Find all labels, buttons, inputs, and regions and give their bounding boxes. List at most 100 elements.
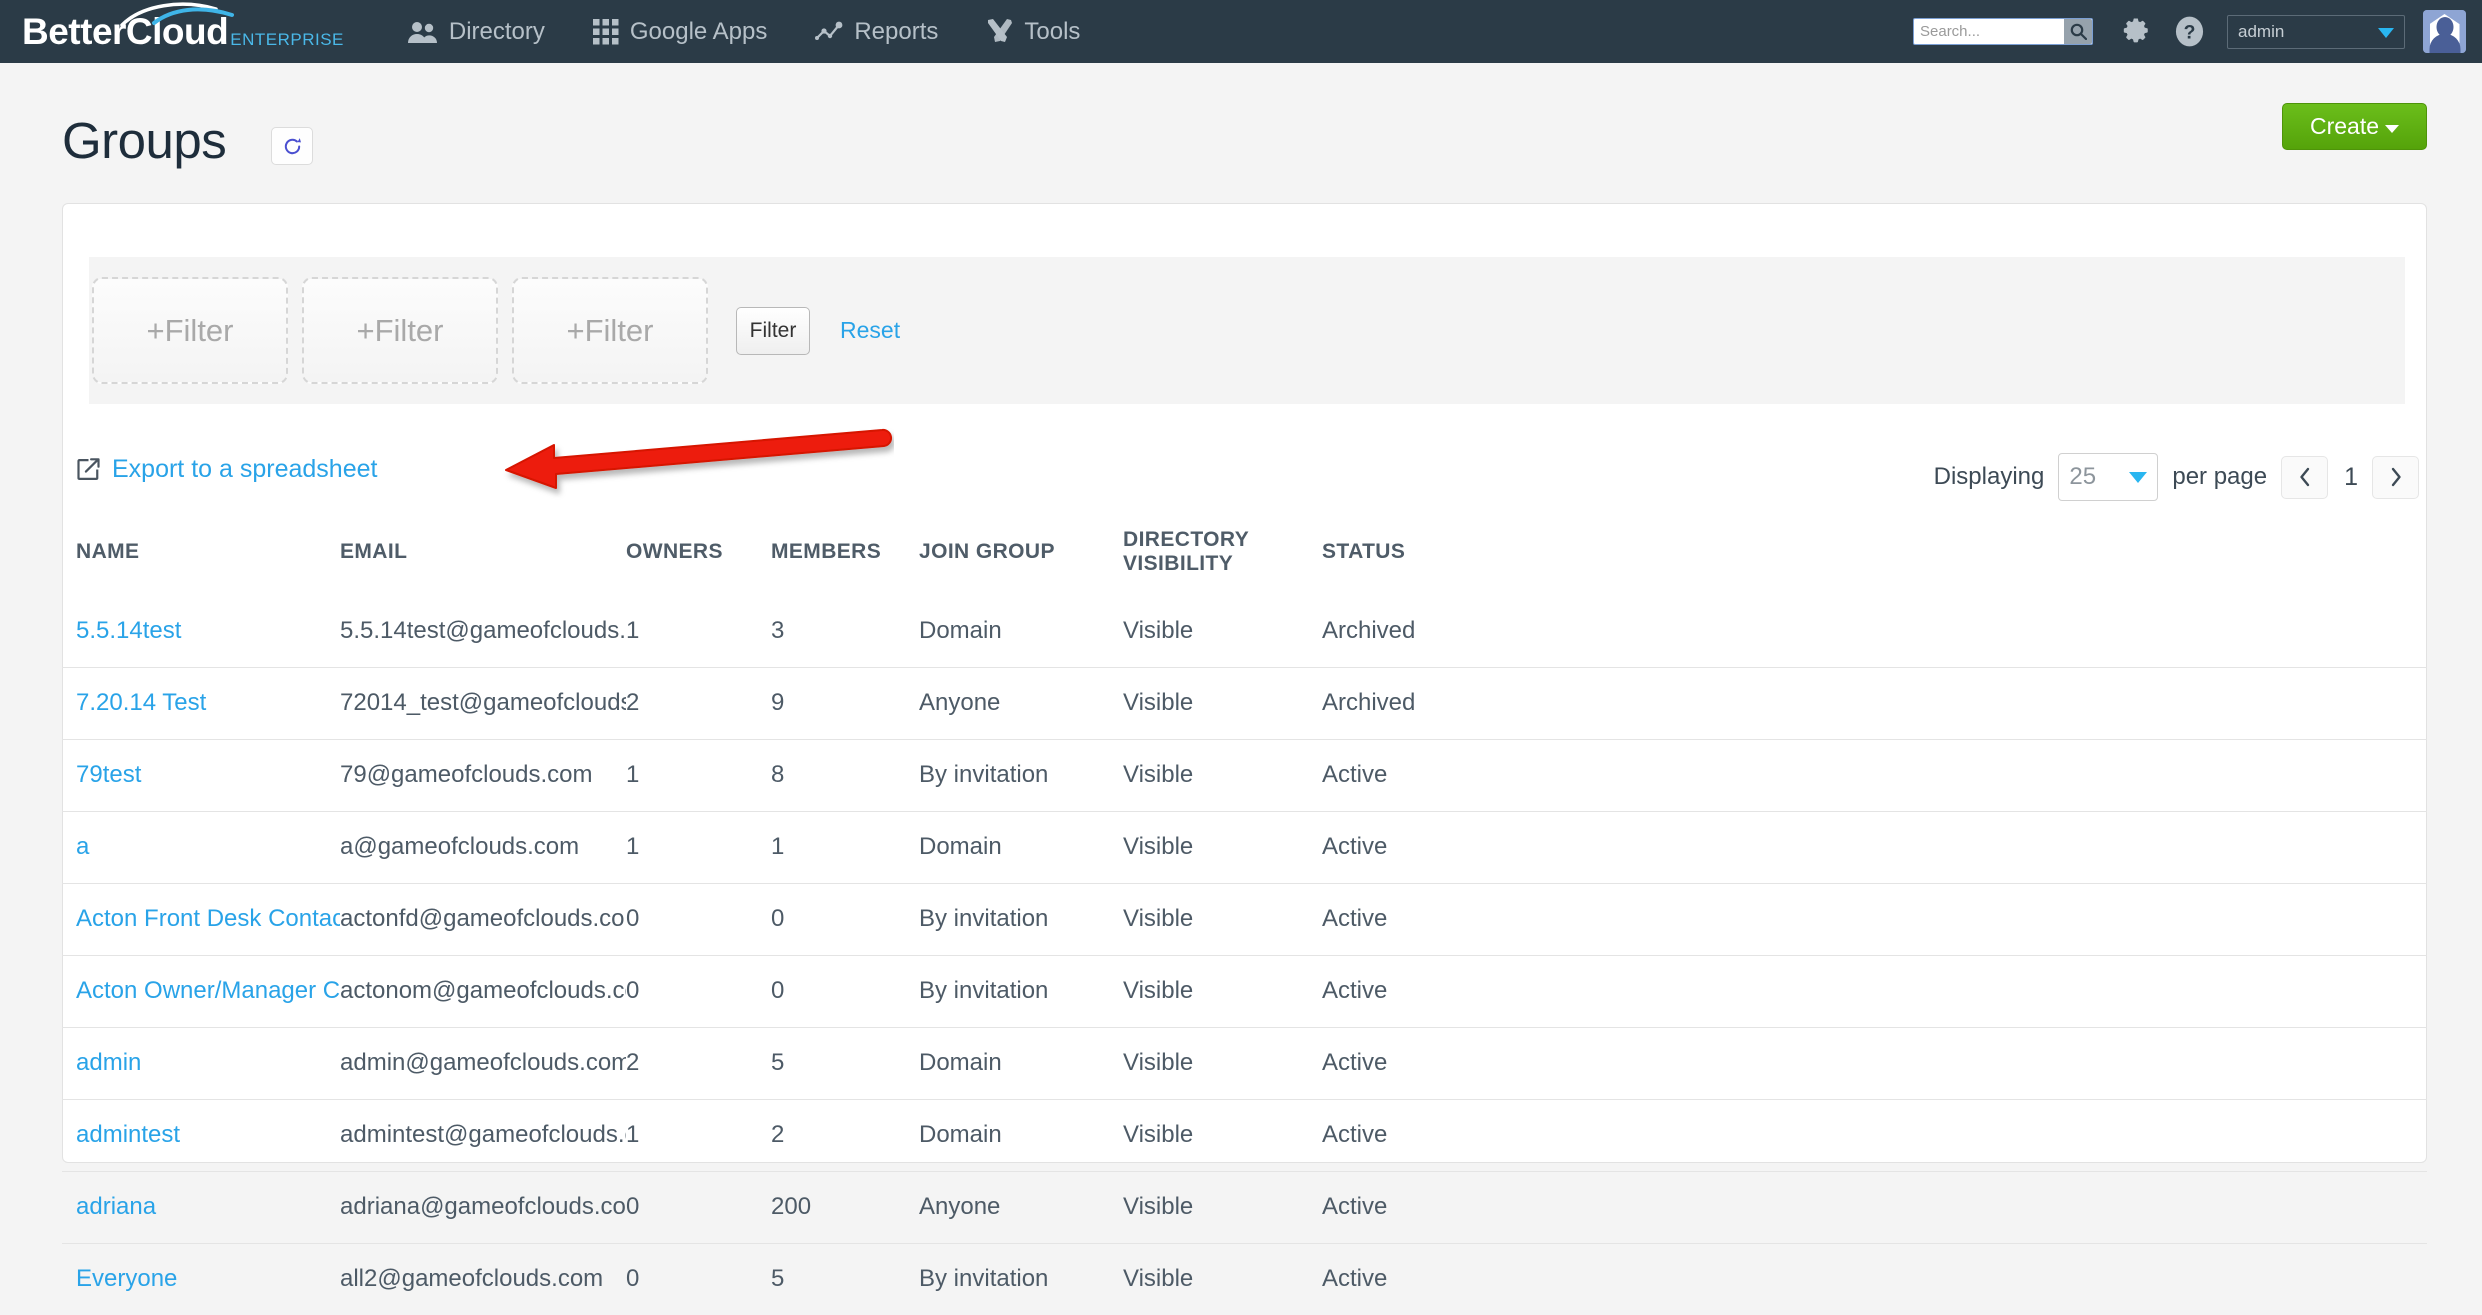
search-button[interactable]: [2064, 19, 2092, 44]
column-header-owners[interactable]: OWNERS: [626, 520, 771, 596]
export-to-spreadsheet-link[interactable]: Export to a spreadsheet: [76, 455, 377, 484]
create-button[interactable]: Create: [2282, 103, 2427, 150]
group-name-link[interactable]: Everyone: [76, 1265, 177, 1292]
group-name-link[interactable]: admintest: [76, 1121, 180, 1148]
filter-slot-label: +Filter: [357, 313, 444, 349]
cell-name: Acton Owner/Manager Contact Log: [62, 956, 340, 1028]
cell-directory-visibility: Visible: [1123, 884, 1322, 956]
cell-members: 5: [771, 1028, 919, 1100]
cell-status: Active: [1322, 1244, 2427, 1315]
filter-slot-3[interactable]: +Filter: [512, 277, 708, 384]
cell-join-group: Anyone: [919, 1172, 1123, 1244]
table-row: admintestadmintest@gameofclouds.com12Dom…: [62, 1100, 2427, 1172]
group-name-link[interactable]: 79test: [76, 761, 141, 788]
gear-icon: [2119, 15, 2152, 48]
group-name-link[interactable]: adriana: [76, 1193, 156, 1220]
user-account-label: admin: [2238, 22, 2284, 42]
per-page-value: 25: [2069, 463, 2096, 491]
column-header-status[interactable]: STATUS: [1322, 520, 2427, 596]
refresh-icon: [282, 136, 303, 157]
group-name-link[interactable]: 7.20.14 Test: [76, 689, 206, 716]
nav-item-directory[interactable]: Directory: [384, 0, 569, 63]
column-header-directory-visibility[interactable]: DIRECTORY VISIBILITY: [1123, 520, 1322, 596]
cell-email: a@gameofclouds.com: [340, 812, 626, 884]
groups-table-container: NAME EMAIL OWNERS MEMBERS JOIN GROUP DIR…: [62, 520, 2427, 1315]
cell-members: 2: [771, 1100, 919, 1172]
next-page-button[interactable]: [2372, 456, 2419, 499]
cell-email: adriana@gameofclouds.com: [340, 1172, 626, 1244]
filter-slot-label: +Filter: [567, 313, 654, 349]
cell-members: 200: [771, 1172, 919, 1244]
cell-name: Acton Front Desk Contact Log: [62, 884, 340, 956]
tools-icon: [986, 18, 1013, 45]
table-row: adminadmin@gameofclouds.com25DomainVisib…: [62, 1028, 2427, 1100]
cell-status: Archived: [1322, 596, 2427, 668]
apply-filter-button[interactable]: Filter: [736, 307, 810, 355]
column-header-email[interactable]: EMAIL: [340, 520, 626, 596]
cell-status: Active: [1322, 1028, 2427, 1100]
cell-owners: 0: [626, 884, 771, 956]
cell-owners: 1: [626, 1100, 771, 1172]
refresh-button[interactable]: [271, 127, 313, 165]
cell-join-group: Anyone: [919, 668, 1123, 740]
grid-icon: [593, 19, 619, 45]
column-header-name[interactable]: NAME: [62, 520, 340, 596]
cell-directory-visibility: Visible: [1123, 812, 1322, 884]
group-name-link[interactable]: admin: [76, 1049, 141, 1076]
cell-name: admintest: [62, 1100, 340, 1172]
help-button[interactable]: ?: [2174, 16, 2205, 47]
cell-join-group: Domain: [919, 596, 1123, 668]
previous-page-button[interactable]: [2281, 456, 2328, 499]
settings-button[interactable]: [2119, 15, 2152, 48]
cell-directory-visibility: Visible: [1123, 1028, 1322, 1100]
cell-status: Active: [1322, 740, 2427, 812]
cell-status: Active: [1322, 1172, 2427, 1244]
group-name-link[interactable]: 5.5.14test: [76, 617, 181, 644]
cell-join-group: Domain: [919, 812, 1123, 884]
nav-item-label: Tools: [1024, 18, 1080, 46]
logo-swoosh-icon: [120, 1, 240, 27]
nav-item-label: Google Apps: [630, 18, 767, 46]
avatar[interactable]: [2423, 10, 2466, 53]
cell-status: Active: [1322, 1100, 2427, 1172]
cell-members: 9: [771, 668, 919, 740]
table-header-row: NAME EMAIL OWNERS MEMBERS JOIN GROUP DIR…: [62, 520, 2427, 596]
cell-directory-visibility: Visible: [1123, 668, 1322, 740]
search-icon: [2070, 23, 2087, 40]
user-account-select[interactable]: admin: [2227, 15, 2405, 49]
cell-status: Archived: [1322, 668, 2427, 740]
cell-members: 3: [771, 596, 919, 668]
group-name-link[interactable]: Acton Owner/Manager Contact Log: [76, 977, 340, 1004]
cell-owners: 0: [626, 1244, 771, 1315]
cell-join-group: By invitation: [919, 1244, 1123, 1315]
table-body: 5.5.14test5.5.14test@gameofclouds.com13D…: [62, 596, 2427, 1315]
cell-members: 0: [771, 956, 919, 1028]
column-header-join-group[interactable]: JOIN GROUP: [919, 520, 1123, 596]
cell-email: admin@gameofclouds.com: [340, 1028, 626, 1100]
table-row: Everyoneall2@gameofclouds.com05By invita…: [62, 1244, 2427, 1315]
filter-panel: +Filter +Filter +Filter Filter Reset: [89, 257, 2405, 404]
svg-text:?: ?: [2184, 22, 2196, 44]
per-page-select[interactable]: 25: [2058, 453, 2158, 501]
search-container: [1913, 18, 2093, 45]
nav-item-google-apps[interactable]: Google Apps: [569, 0, 791, 63]
column-header-members[interactable]: MEMBERS: [771, 520, 919, 596]
table-row: 5.5.14test5.5.14test@gameofclouds.com13D…: [62, 596, 2427, 668]
group-name-link[interactable]: a: [76, 833, 89, 860]
cell-name: Everyone: [62, 1244, 340, 1315]
chevron-down-icon: [2129, 472, 2147, 483]
reset-filters-link[interactable]: Reset: [840, 317, 900, 344]
current-page-number: 1: [2344, 463, 2358, 492]
group-name-link[interactable]: Acton Front Desk Contact Log: [76, 905, 340, 932]
filter-slot-2[interactable]: +Filter: [302, 277, 498, 384]
table-row: 79test79@gameofclouds.com18By invitation…: [62, 740, 2427, 812]
cell-owners: 1: [626, 596, 771, 668]
brand-logo[interactable]: BetterCloud ENTERPRISE: [22, 13, 344, 50]
cell-directory-visibility: Visible: [1123, 596, 1322, 668]
nav-item-tools[interactable]: Tools: [962, 0, 1104, 63]
cell-name: 79test: [62, 740, 340, 812]
cell-directory-visibility: Visible: [1123, 956, 1322, 1028]
nav-item-reports[interactable]: Reports: [791, 0, 962, 63]
filter-slot-1[interactable]: +Filter: [92, 277, 288, 384]
cell-join-group: Domain: [919, 1100, 1123, 1172]
